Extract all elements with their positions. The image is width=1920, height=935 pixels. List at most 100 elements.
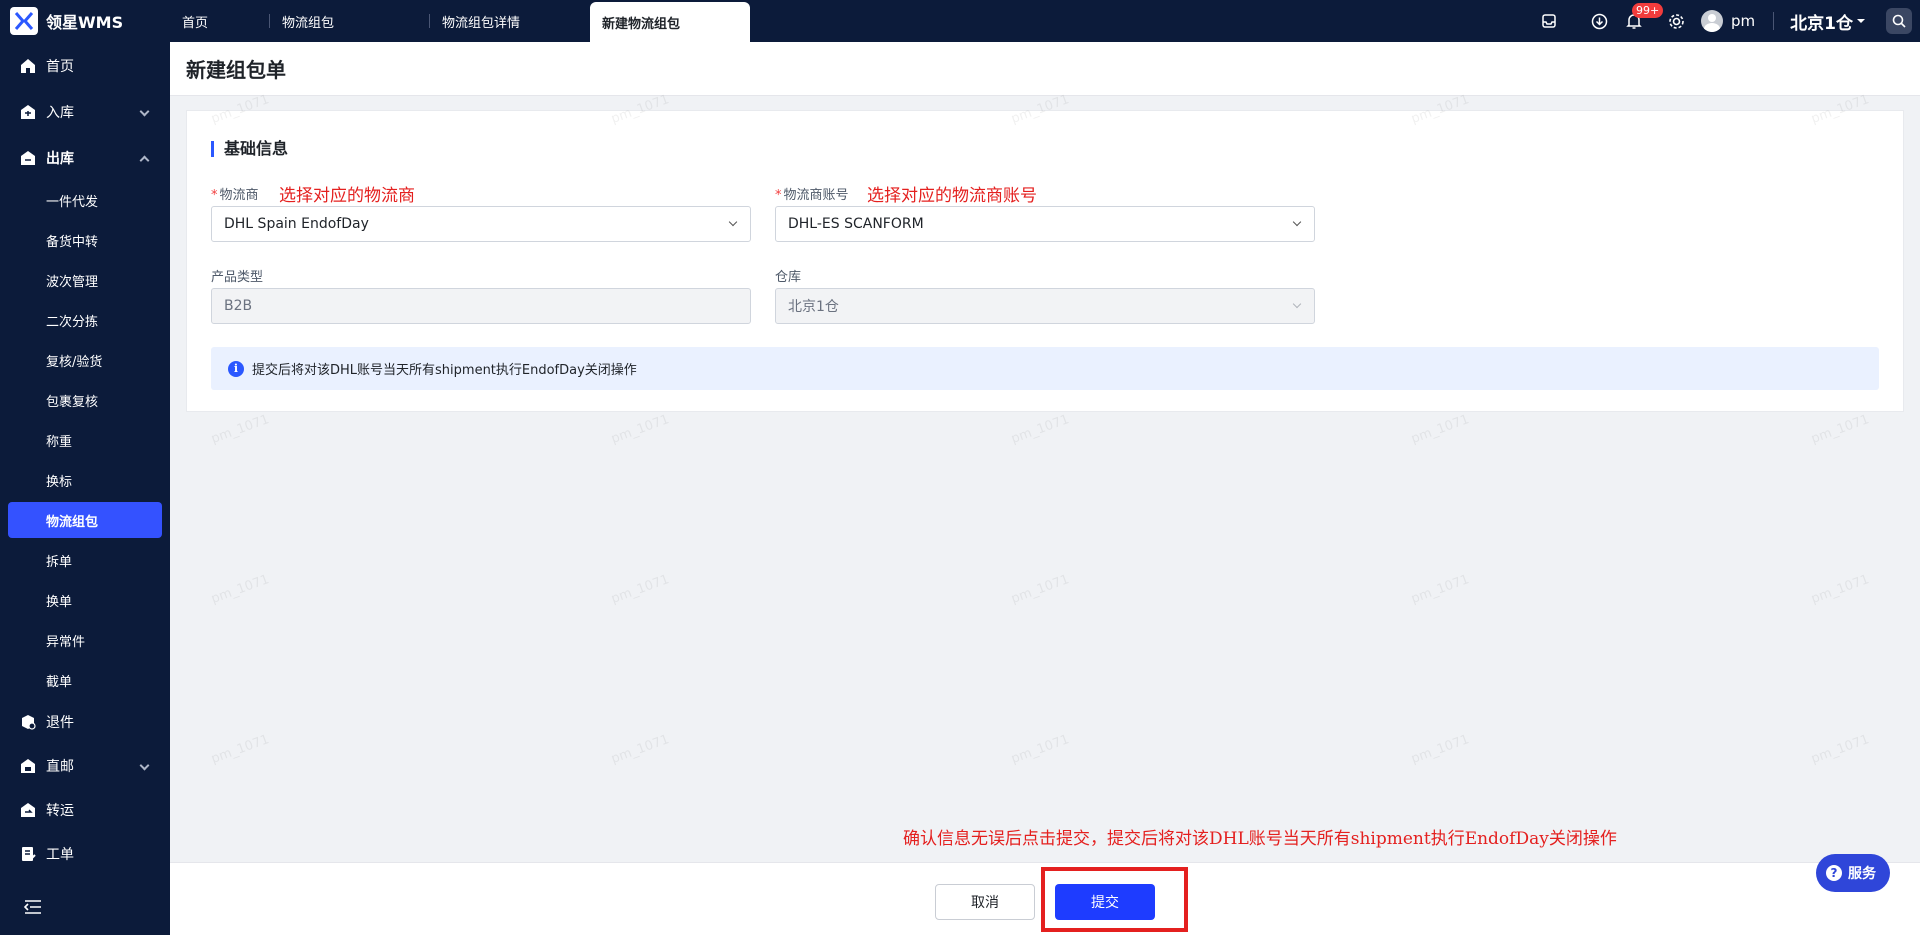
bell-icon[interactable]: 99+ (1624, 3, 1664, 31)
tab-label: 物流组包详情 (442, 15, 521, 31)
logo-text: 领星WMS (46, 13, 124, 32)
sidebar-item-label: 首页 (46, 59, 74, 75)
sidebar-item-label: 转运 (46, 803, 74, 819)
warehouse-switcher[interactable]: 北京1仓 (1790, 9, 1866, 34)
top-right-actions: 99+ pm 北京1仓 (1539, 0, 1920, 42)
watermark: pm_1071 (1409, 572, 1472, 607)
sidebar-subitem[interactable]: 换标 (0, 460, 170, 500)
sidebar-item-ticket[interactable]: 工单 (0, 832, 170, 876)
product-type-value: B2B (224, 298, 253, 314)
chevron-up-icon (139, 155, 150, 166)
info-icon: i (228, 360, 244, 377)
warehouse-label: 北京1仓 (1790, 13, 1853, 34)
sidebar-item-transfer[interactable]: 转运 (0, 788, 170, 832)
watermark: pm_1071 (1409, 732, 1472, 767)
chevron-down-icon (1292, 217, 1302, 227)
app-root: 领星WMS 首页 物流组包 物流组包详情 新建物流组包 99+ pm 北京1仓 … (0, 0, 1920, 935)
sidebar-item-direct[interactable]: 直邮 (0, 744, 170, 788)
returns-icon (22, 715, 36, 730)
carrier-account-label: * 物流商账号 (775, 188, 849, 203)
carrier-account-select[interactable]: DHL-ES SCANFORM (775, 206, 1315, 242)
carrier-account-label-text: 物流商账号 (783, 188, 849, 203)
watermark: pm_1071 (1009, 412, 1072, 447)
sidebar-item-inbound[interactable]: 入库 (0, 90, 170, 134)
watermark: pm_1071 (1809, 732, 1872, 767)
avatar[interactable] (1701, 10, 1724, 32)
inbox-icon[interactable] (1539, 11, 1559, 31)
direct-mail-icon (21, 759, 35, 773)
sidebar-subitem[interactable]: 称重 (0, 420, 170, 460)
highlight-box (1041, 867, 1188, 932)
sidebar-item-outbound[interactable]: 出库 (0, 136, 170, 180)
warehouse-out-icon (21, 151, 35, 165)
main-content: 新建组包单 基础信息 * 物流商 选择对应的物流商 DHL Spain Endof… (170, 42, 1920, 935)
tab-home[interactable]: 首页 (170, 0, 270, 42)
username[interactable]: pm (1731, 12, 1755, 30)
help-icon: ? (1826, 865, 1842, 881)
sidebar-item-label: 出库 (46, 151, 74, 167)
tab-logistics-package-detail[interactable]: 物流组包详情 (430, 0, 590, 42)
product-type-label: 产品类型 (211, 270, 264, 285)
sidebar-subitem[interactable]: 换单 (0, 580, 170, 620)
ticket-icon (22, 847, 36, 861)
warehouse-in-icon (21, 105, 35, 119)
carrier-account-select-value: DHL-ES SCANFORM (788, 216, 924, 232)
sidebar-subitem[interactable]: 备货中转 (0, 220, 170, 260)
sidebar-subitem[interactable]: 包裹复核 (0, 380, 170, 420)
transfer-icon (21, 803, 35, 817)
caret-down-icon (1857, 19, 1865, 23)
sidebar-subitem[interactable]: 一件代发 (0, 180, 170, 220)
tab-label: 首页 (182, 15, 209, 31)
section-title: 基础信息 (211, 141, 288, 157)
outbound-submenu: 一件代发 备货中转 波次管理 二次分拣 复核/验货 包裹复核 称重 换标 物流组… (0, 180, 170, 700)
sidebar: 首页 入库 出库 一件代发 备货中转 波次管理 二次分拣 复核/验货 包裹复核 … (0, 42, 170, 935)
chevron-down-icon (1292, 299, 1302, 309)
sidebar-subitem[interactable]: 复核/验货 (0, 340, 170, 380)
sidebar-item-home[interactable]: 首页 (0, 44, 170, 88)
download-icon[interactable] (1589, 11, 1609, 31)
watermark: pm_1071 (1809, 572, 1872, 607)
tab-new-logistics-package[interactable]: 新建物流组包 (590, 2, 750, 42)
collapse-menu-icon[interactable] (24, 899, 42, 915)
sidebar-subitem-active[interactable]: 物流组包 (8, 502, 162, 538)
sidebar-item-label: 直邮 (46, 759, 74, 775)
watermark: pm_1071 (1009, 732, 1072, 767)
sidebar-subitem[interactable]: 拆单 (0, 540, 170, 580)
warehouse-select: 北京1仓 (775, 288, 1315, 324)
home-icon (21, 59, 35, 73)
sidebar-item-label: 退件 (46, 715, 74, 731)
sidebar-subitem[interactable]: 异常件 (0, 620, 170, 660)
watermark: pm_1071 (1409, 412, 1472, 447)
page-title: 新建组包单 (170, 42, 1920, 96)
sidebar-subitem[interactable]: 二次分拣 (0, 300, 170, 340)
service-label: 服务 (1848, 866, 1876, 882)
watermark: pm_1071 (1009, 572, 1072, 607)
cancel-button[interactable]: 取消 (935, 884, 1035, 920)
search-button[interactable] (1886, 8, 1912, 34)
watermark: pm_1071 (209, 732, 272, 767)
watermark: pm_1071 (209, 572, 272, 607)
sidebar-item-label: 工单 (46, 847, 74, 863)
watermark: pm_1071 (1809, 412, 1872, 447)
tab-logistics-package[interactable]: 物流组包 (270, 0, 430, 42)
gear-icon[interactable] (1666, 11, 1686, 31)
carrier-label-text: 物流商 (219, 188, 259, 203)
sidebar-subitem[interactable]: 截单 (0, 660, 170, 700)
carrier-label: * 物流商 (211, 188, 259, 203)
sidebar-subitem[interactable]: 波次管理 (0, 260, 170, 300)
tab-label: 新建物流组包 (602, 16, 681, 32)
tab-bar: 首页 物流组包 物流组包详情 新建物流组包 (170, 0, 750, 42)
sidebar-item-label: 入库 (46, 105, 74, 121)
watermark: pm_1071 (609, 572, 672, 607)
top-bar: 领星WMS 首页 物流组包 物流组包详情 新建物流组包 99+ pm 北京1仓 (0, 0, 1920, 42)
product-type-field: B2B (211, 288, 751, 324)
logo[interactable]: 领星WMS (0, 0, 170, 42)
warehouse-select-value: 北京1仓 (788, 299, 839, 315)
service-button[interactable]: ? 服务 (1816, 854, 1890, 892)
carrier-account-annotation: 选择对应的物流商账号 (867, 186, 1037, 206)
carrier-select[interactable]: DHL Spain EndofDay (211, 206, 751, 242)
notification-badge: 99+ (1632, 3, 1664, 18)
watermark: pm_1071 (609, 412, 672, 447)
carrier-select-value: DHL Spain EndofDay (224, 216, 369, 232)
sidebar-item-returns[interactable]: 退件 (0, 700, 170, 744)
